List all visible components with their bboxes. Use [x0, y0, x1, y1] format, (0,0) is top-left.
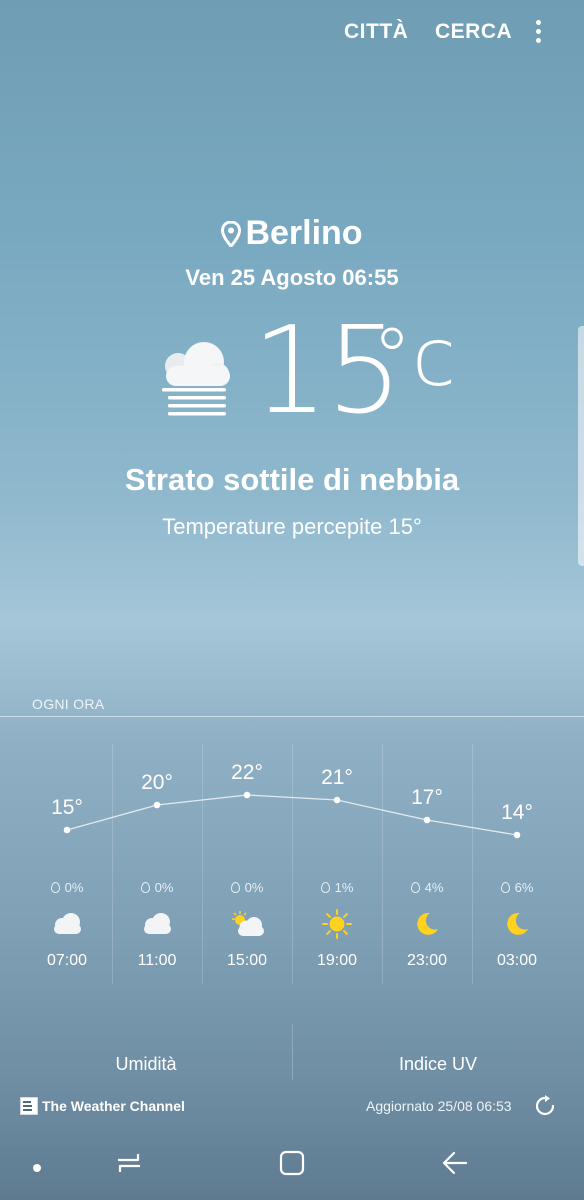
hour-precipitation: 0% — [112, 880, 202, 895]
temperature-point — [243, 791, 251, 799]
raindrop-icon — [50, 882, 60, 893]
date-time: Ven 25 Agosto 06:55 — [185, 265, 399, 290]
temperature-unit: °c — [372, 311, 456, 404]
hourly-temperature-chart — [63, 791, 521, 839]
cities-button[interactable]: CITTÀ — [344, 20, 408, 44]
hour-time: 07:00 — [46, 952, 88, 969]
hour-time: 23:00 — [406, 952, 448, 969]
raindrop-icon — [500, 882, 510, 893]
raindrop-icon — [140, 882, 150, 893]
precipitation-value: 0% — [244, 880, 264, 895]
hour-precipitation: 0% — [202, 880, 292, 895]
section-divider — [0, 716, 584, 717]
precipitation-value: 0% — [64, 880, 84, 895]
raindrop-icon — [320, 882, 330, 893]
back-icon[interactable] — [442, 1150, 468, 1181]
precipitation-value: 4% — [424, 880, 444, 895]
weather-condition: Strato sottile di nebbia — [124, 462, 460, 497]
weather-channel-link[interactable]: The Weather Channel — [20, 1097, 185, 1115]
weather-channel-logo-icon — [20, 1097, 38, 1115]
temperature-point — [333, 796, 341, 804]
precipitation-value: 1% — [334, 880, 354, 895]
hour-time: 11:00 — [137, 952, 177, 969]
moon-icon — [382, 906, 472, 942]
search-button[interactable]: CERCA — [435, 20, 512, 44]
temperature-point — [423, 816, 431, 824]
raindrop-icon — [230, 882, 240, 893]
humidity-tab[interactable]: Umidità — [0, 1054, 292, 1075]
fog-icon — [158, 340, 234, 420]
sun-icon — [292, 906, 382, 942]
partly-sunny-icon — [202, 906, 292, 942]
hour-time: 03:00 — [496, 952, 538, 969]
more-vertical-icon[interactable] — [528, 20, 548, 50]
home-icon[interactable] — [279, 1150, 305, 1181]
cloud-icon — [22, 906, 112, 942]
temperature-point — [63, 826, 71, 834]
temperature-line — [66, 794, 518, 836]
provider-name: The Weather Channel — [42, 1098, 185, 1114]
precipitation-value: 6% — [514, 880, 534, 895]
location-header: Berlino — [0, 214, 584, 253]
hour-time: 15:00 — [226, 952, 268, 969]
hour-precipitation: 6% — [472, 880, 562, 895]
uv-index-tab[interactable]: Indice UV — [292, 1054, 584, 1075]
raindrop-icon — [410, 882, 420, 893]
feels-like-temperature: Temperature percepite 15° — [162, 514, 422, 539]
hourly-section-label: OGNI ORA — [32, 696, 105, 712]
location-pin-icon — [221, 220, 242, 247]
hour-precipitation: 4% — [382, 880, 472, 895]
hour-time: 19:00 — [316, 952, 358, 969]
hour-precipitation: 0% — [22, 880, 112, 895]
system-navigation-bar — [0, 1130, 584, 1200]
temperature-point — [513, 831, 521, 839]
refresh-icon[interactable] — [534, 1095, 556, 1117]
precipitation-value: 0% — [154, 880, 174, 895]
cloud-icon — [112, 906, 202, 942]
moon-icon — [472, 906, 562, 942]
last-updated: Aggiornato 25/08 06:53 — [366, 1098, 512, 1114]
hour-precipitation: 1% — [292, 880, 382, 895]
recent-apps-icon[interactable] — [116, 1150, 142, 1181]
temperature-point — [153, 801, 161, 809]
nav-dot-icon[interactable] — [32, 1160, 42, 1178]
city-name: Berlino — [245, 214, 363, 252]
